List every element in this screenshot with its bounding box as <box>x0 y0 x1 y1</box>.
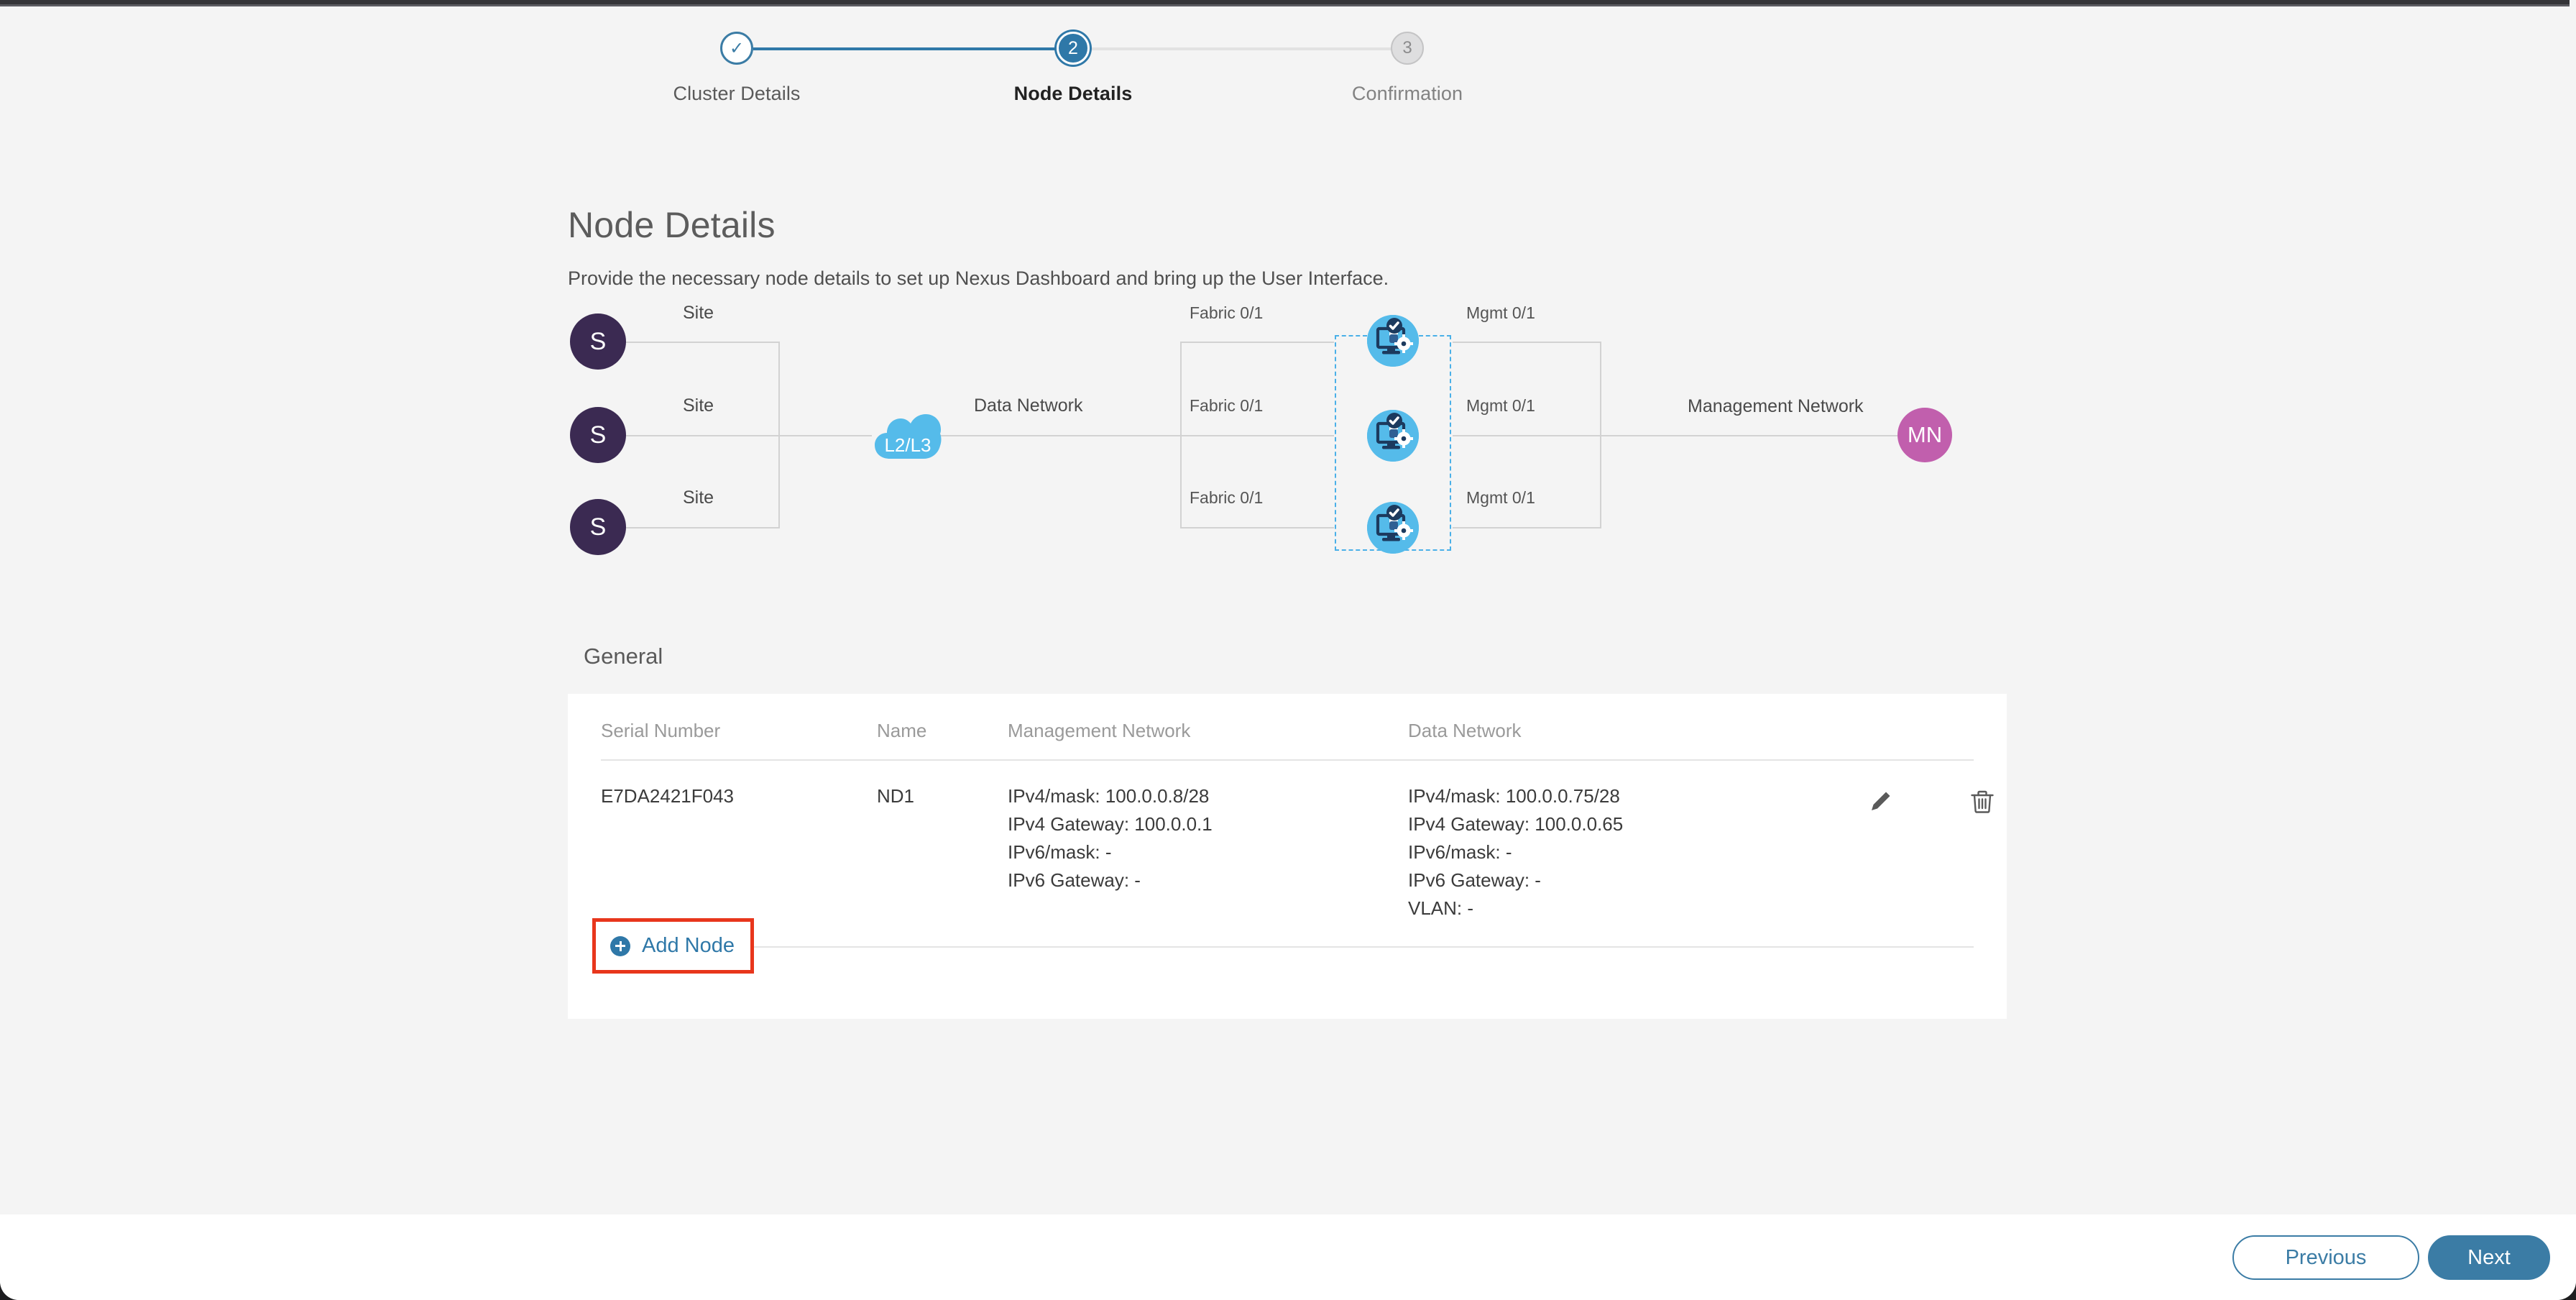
page-subtitle: Provide the necessary node details to se… <box>568 267 1389 289</box>
mgmt-ipv6-mask: IPv6/mask: - <box>1008 841 1112 863</box>
cell-management-network: IPv4/mask: 100.0.0.8/28 IPv4 Gateway: 10… <box>1008 782 1408 923</box>
topo-line-fabric2 <box>1180 435 1334 436</box>
stepper-label-confirmation: Confirmation <box>1351 83 1463 104</box>
nexus-node-icon-2 <box>1367 410 1419 462</box>
data-vlan: VLAN: - <box>1408 897 1474 919</box>
topo-line-data-network <box>932 435 1180 436</box>
delete-icon[interactable] <box>1967 787 1997 817</box>
topo-line-fabric1 <box>1180 342 1334 343</box>
mgmt-label-2: Mgmt 0/1 <box>1466 396 1535 415</box>
wizard-stepper: ✓ Cluster Details 2 Node Details 3 Confi… <box>0 32 2576 132</box>
stepper-step-confirmation[interactable]: 3 Confirmation <box>1307 32 1508 105</box>
cell-data-network: IPv4/mask: 100.0.0.75/28 IPv4 Gateway: 1… <box>1408 782 1811 923</box>
cell-name: ND1 <box>877 785 915 807</box>
site-label-3: Site <box>683 487 714 508</box>
stepper-number-2: 2 <box>1068 37 1078 58</box>
column-header-management-network: Management Network <box>1008 720 1191 741</box>
mgmt-ipv4-mask: IPv4/mask: 100.0.0.8/28 <box>1008 785 1210 807</box>
stepper-number-3: 3 <box>1402 38 1412 58</box>
mn-initials: MN <box>1907 422 1943 447</box>
fabric-label-1: Fabric 0/1 <box>1190 303 1264 322</box>
topo-line-to-cloud <box>778 435 872 436</box>
stepper-label-node-details: Node Details <box>1013 83 1133 104</box>
edit-icon[interactable] <box>1865 787 1895 817</box>
next-button[interactable]: Next <box>2428 1235 2550 1280</box>
mgmt-ipv4-gateway: IPv4 Gateway: 100.0.0.1 <box>1008 813 1213 835</box>
node-table: Serial Number Name Management Network Da… <box>601 694 1994 923</box>
wizard-footer: Previous Next <box>0 1214 2576 1300</box>
app-window: ✓ Cluster Details 2 Node Details 3 Confi… <box>0 0 2576 1300</box>
add-node-button[interactable]: Add Node <box>592 918 754 974</box>
topo-line-management-network <box>1600 435 1925 436</box>
stepper-step-cluster-details[interactable]: ✓ Cluster Details <box>636 32 837 105</box>
mgmt-label-1: Mgmt 0/1 <box>1466 303 1535 322</box>
data-ipv4-gateway: IPv4 Gateway: 100.0.0.65 <box>1408 813 1624 835</box>
site-circle-3: S <box>570 499 626 555</box>
site-initial: S <box>589 513 607 541</box>
management-network-label: Management Network <box>1688 396 1864 416</box>
topo-line-mgmt2 <box>1453 435 1601 436</box>
stepper-marker-confirmation: 3 <box>1391 32 1424 65</box>
stepper-connector-2-3 <box>1072 47 1406 50</box>
data-network-label: Data Network <box>974 395 1083 416</box>
data-ipv6-gateway: IPv6 Gateway: - <box>1408 869 1541 891</box>
management-network-circle: MN <box>1898 408 1952 462</box>
column-header-name: Name <box>877 720 927 741</box>
stepper-label-cluster-details: Cluster Details <box>673 83 801 104</box>
previous-button[interactable]: Previous <box>2232 1235 2419 1280</box>
fabric-label-3: Fabric 0/1 <box>1190 488 1264 507</box>
topology-diagram: S S S Site Site Site L2/L3 Data Network … <box>0 303 2576 597</box>
stepper-marker-node-details: 2 <box>1057 32 1090 65</box>
window-titlebar <box>0 0 2570 6</box>
stepper-step-node-details[interactable]: 2 Node Details <box>972 32 1174 105</box>
site-label-1: Site <box>683 303 714 323</box>
cell-serial-number: E7DA2421F043 <box>601 785 735 807</box>
nexus-node-icon-3 <box>1367 502 1419 554</box>
check-icon: ✓ <box>729 38 745 58</box>
table-header-row: Serial Number Name Management Network Da… <box>601 694 1974 761</box>
node-table-card: Serial Number Name Management Network Da… <box>568 694 2007 1019</box>
site-initial: S <box>589 327 607 355</box>
table-footer-divider <box>601 946 1974 948</box>
cell-actions <box>1811 782 1994 923</box>
topo-line-mgmt3 <box>1453 527 1601 528</box>
topo-line-fabric3 <box>1180 527 1334 528</box>
mgmt-label-3: Mgmt 0/1 <box>1466 488 1535 507</box>
stepper-marker-cluster-details: ✓ <box>720 32 753 65</box>
table-row: E7DA2421F043 ND1 IPv4/mask: 100.0.0.8/28… <box>601 761 1994 923</box>
page-title: Node Details <box>568 205 776 245</box>
general-section-title: General <box>584 644 663 669</box>
column-header-actions <box>1811 720 1974 742</box>
topo-line-mgmt1 <box>1453 342 1601 343</box>
data-ipv4-mask: IPv4/mask: 100.0.0.75/28 <box>1408 785 1620 807</box>
site-initial: S <box>589 421 607 449</box>
column-header-serial-number: Serial Number <box>601 720 721 741</box>
site-label-2: Site <box>683 395 714 416</box>
stepper-connector-1-2 <box>753 47 1072 50</box>
add-node-label: Add Node <box>642 934 735 957</box>
site-circle-2: S <box>570 407 626 463</box>
fabric-label-2: Fabric 0/1 <box>1190 396 1264 415</box>
site-circle-1: S <box>570 313 626 370</box>
plus-circle-icon <box>610 935 630 956</box>
column-header-data-network: Data Network <box>1408 720 1522 741</box>
l2l3-cloud-icon: L2/L3 <box>873 408 943 462</box>
nexus-node-icon-1 <box>1367 315 1419 367</box>
mgmt-ipv6-gateway: IPv6 Gateway: - <box>1008 869 1141 891</box>
data-ipv6-mask: IPv6/mask: - <box>1408 841 1512 863</box>
cloud-label: L2/L3 <box>884 434 932 456</box>
